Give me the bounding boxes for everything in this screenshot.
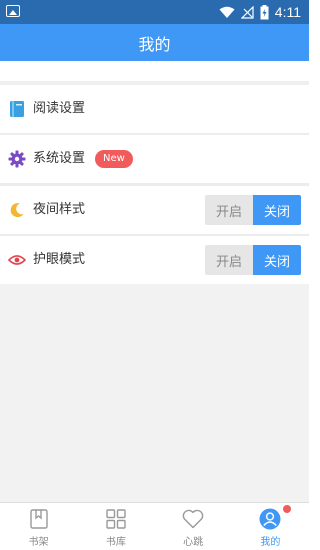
nav-label: 书库 (105, 537, 126, 548)
nav-item-library[interactable]: 书库 (77, 503, 154, 550)
nav-label: 书架 (28, 537, 49, 548)
no-signal-icon (240, 5, 254, 19)
status-icons: 4:11 (219, 3, 301, 21)
bottom-nav: 书架 书库 心跳 我的 (0, 502, 309, 550)
bookshelf-icon (28, 508, 50, 530)
night-mode-on-button[interactable]: 开启 (205, 195, 253, 225)
night-mode-toggle: 开启 关闭 (205, 195, 301, 225)
eye-protection-on-button[interactable]: 开启 (205, 245, 253, 275)
page-title: 我的 (138, 34, 171, 54)
system-settings-row[interactable]: 系统设置 New (0, 135, 309, 183)
moon-icon (8, 201, 26, 219)
nav-item-bookshelf[interactable]: 书架 (0, 503, 77, 550)
nav-item-heartbeat[interactable]: 心跳 (155, 503, 232, 550)
night-mode-row: 夜间样式 开启 关闭 (0, 186, 309, 234)
new-badge: New (95, 150, 133, 168)
eye-protection-toggle: 开启 关闭 (205, 245, 301, 275)
book-icon (8, 100, 26, 118)
reading-settings-label: 阅读设置 (33, 101, 86, 116)
eye-protection-row: 护眼模式 开启 关闭 (0, 236, 309, 284)
night-mode-label: 夜间样式 (33, 202, 86, 217)
status-time: 4:11 (274, 4, 301, 20)
heart-icon (182, 508, 204, 530)
reading-settings-row[interactable]: 阅读设置 (0, 85, 309, 133)
library-grid-icon (105, 508, 127, 530)
system-settings-label: 系统设置 (33, 151, 86, 166)
user-icon (259, 508, 281, 530)
settings-content: 阅读设置 系统设置 New 夜间样式 开启 关闭 护眼模式 开启 关闭 (0, 61, 309, 502)
eye-protection-off-button[interactable]: 关闭 (253, 245, 301, 275)
gallery-notification-icon (6, 5, 20, 17)
nav-label: 我的 (260, 537, 281, 548)
top-spacer (0, 61, 309, 85)
eye-icon (8, 251, 26, 269)
app-header: 我的 (0, 24, 309, 61)
wifi-icon (219, 6, 235, 18)
eye-protection-label: 护眼模式 (33, 252, 86, 267)
nav-item-mine[interactable]: 我的 (232, 503, 309, 550)
gear-icon (8, 150, 26, 168)
nav-label: 心跳 (183, 537, 204, 548)
status-bar: 4:11 (0, 0, 309, 24)
battery-charging-icon (260, 4, 269, 19)
night-mode-off-button[interactable]: 关闭 (253, 195, 301, 225)
notification-dot (283, 505, 291, 513)
